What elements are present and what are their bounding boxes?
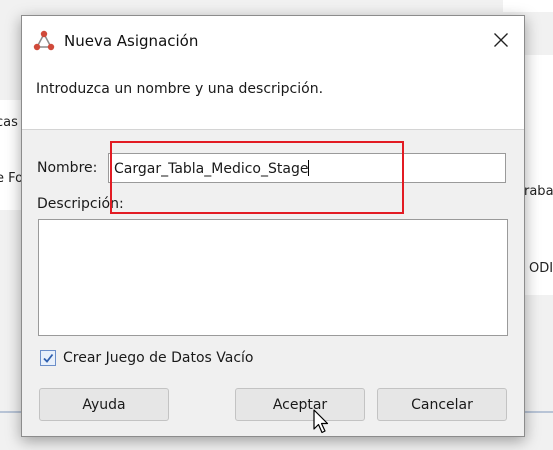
name-input[interactable]: Cargar_Tabla_Medico_Stage [108, 153, 506, 183]
background-text-left-1: cas [0, 115, 18, 130]
cancel-button[interactable]: Cancelar [377, 388, 507, 421]
description-label: Descripción: [37, 196, 124, 212]
background-text-right-1: raba [524, 184, 553, 199]
odi-mapping-icon [33, 30, 55, 51]
instruction-text: Introduzca un nombre y una descripción. [36, 81, 324, 97]
cancel-button-label: Cancelar [411, 396, 473, 413]
background-text-right-2: ODI [529, 261, 553, 276]
help-button[interactable]: Ayuda [39, 388, 169, 421]
description-textarea[interactable] [38, 219, 508, 336]
accept-button[interactable]: Aceptar [235, 388, 365, 421]
background-window-top-right [503, 0, 553, 12]
text-caret [308, 160, 310, 176]
checkmark-icon [43, 353, 54, 363]
background-window-right [523, 55, 553, 295]
close-icon [494, 33, 508, 47]
empty-dataset-checkbox[interactable] [40, 350, 56, 366]
instruction-panel: Introduzca un nombre y una descripción. [22, 64, 524, 130]
background-text-left-2: e Fo [0, 171, 24, 186]
empty-dataset-label: Crear Juego de Datos Vacío [63, 350, 254, 366]
dialog-titlebar: Nueva Asignación [22, 16, 524, 64]
name-input-value: Cargar_Tabla_Medico_Stage [114, 161, 309, 177]
close-button[interactable] [478, 16, 524, 64]
dialog-title: Nueva Asignación [64, 32, 199, 50]
name-label: Nombre: [37, 160, 98, 176]
mouse-pointer-icon [313, 409, 329, 434]
help-button-label: Ayuda [82, 396, 126, 413]
new-mapping-dialog: Nueva Asignación Introduzca un nombre y … [21, 15, 525, 437]
